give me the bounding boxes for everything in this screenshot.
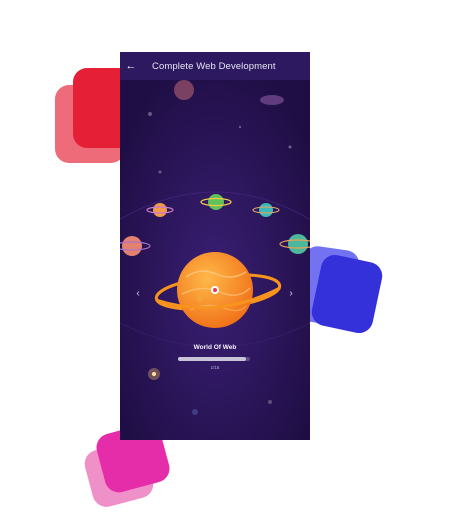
progress-text: 1/15 [210, 365, 220, 370]
chevron-right-icon: › [289, 287, 293, 299]
progress-bar [178, 357, 250, 361]
chevron-left-icon: ‹ [136, 287, 140, 299]
world-of-web-planet[interactable] [158, 247, 278, 337]
decorative-blue-square-front [309, 252, 385, 336]
back-button[interactable]: ← [120, 52, 142, 80]
app-title: Complete Web Development [152, 60, 276, 72]
blurred-planet-top [174, 80, 194, 100]
phone-screen: ← Complete Web Development ‹ › World Of … [120, 52, 310, 440]
progress-bar-fill [178, 357, 247, 361]
previous-planet-button[interactable]: ‹ [130, 285, 146, 301]
planet-title: World Of Web [193, 344, 237, 351]
next-planet-button[interactable]: › [283, 285, 299, 301]
space-background [120, 52, 310, 440]
blurred-planet-top-right [260, 95, 284, 105]
arrow-left-icon: ← [125, 60, 137, 72]
app-bar: ← Complete Web Development [120, 52, 310, 80]
